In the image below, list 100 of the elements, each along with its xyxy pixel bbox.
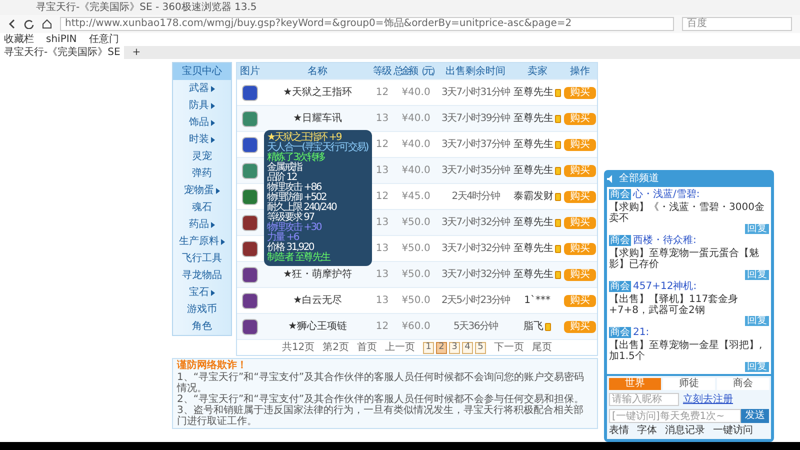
address-field[interactable]: http://www.xunbao178.com/wmgj/buy.gsp?keyWord=&group0=饰品&orderBy=unitprice-asc&page=2 xyxy=(60,17,674,31)
chat-tool-button[interactable]: 字体 xyxy=(637,425,657,437)
page-number-button[interactable]: 1 xyxy=(423,342,434,354)
register-link[interactable]: 立刻去注册 xyxy=(683,392,733,407)
table-cell-text: ¥40.0 xyxy=(400,86,432,100)
send-button[interactable]: 发送 xyxy=(741,409,769,423)
chat-tool-button[interactable]: 一键访问 xyxy=(713,425,753,437)
sidebar-item[interactable]: 游戏币 xyxy=(173,301,231,318)
sidebar-item[interactable]: 药品 xyxy=(173,216,231,233)
sidebar-item[interactable]: 宠物蛋 xyxy=(173,182,231,199)
tooltip-line: 耐久上限 240/240 xyxy=(267,203,338,213)
message-tag: 商会 xyxy=(609,281,631,292)
item-thumbnail[interactable] xyxy=(242,84,258,100)
back-icon[interactable] xyxy=(8,19,16,29)
chat-tool-button[interactable]: 消息记录 xyxy=(665,425,705,437)
sidebar-item[interactable]: 宝贝中心 xyxy=(173,63,231,80)
sidebar-item[interactable]: 弹药 xyxy=(173,165,231,182)
item-name[interactable]: ★白云无尽 xyxy=(293,295,342,306)
message-sender[interactable]: 21: xyxy=(633,327,650,338)
previous-page-link[interactable]: 上一页 xyxy=(385,340,416,355)
seller-name: 1`*** xyxy=(524,294,551,308)
item-thumbnail[interactable] xyxy=(242,292,258,308)
tooltip-line: 精炼了3次转移 xyxy=(267,153,326,163)
bookmark-link[interactable]: 任意门 xyxy=(88,34,119,44)
bookmark-link[interactable]: 收藏栏 xyxy=(4,34,34,44)
browser-tab[interactable]: 寻宝天行-《完美国际》SE xyxy=(0,46,124,59)
table-cell-text: 5天36分钟 xyxy=(452,320,499,334)
sidebar-item[interactable]: 寻龙物品 xyxy=(173,267,231,284)
item-name[interactable]: ★狂・萌摩护符 xyxy=(283,269,352,280)
item-thumbnail[interactable] xyxy=(242,136,258,152)
message-field[interactable]: [一键访问]每天免费1次~ xyxy=(609,409,741,423)
table-cell-text: 13 xyxy=(374,268,390,282)
refresh-icon[interactable] xyxy=(24,19,34,29)
sidebar-item[interactable]: 防具 xyxy=(173,97,231,114)
new-tab-button[interactable]: + xyxy=(132,46,141,59)
nickname-field[interactable]: 请输入昵称 xyxy=(609,393,679,406)
column-header: 图片 xyxy=(238,64,261,78)
sidebar-item[interactable]: 宝石 xyxy=(173,284,231,301)
table-cell-text: 3天7小时32分钟 xyxy=(440,216,511,230)
tooltip-line: 品阶 12 xyxy=(267,173,297,183)
sidebar-item[interactable]: 时装 xyxy=(173,131,231,148)
table-cell-text: 2天5小时23分钟 xyxy=(440,294,511,308)
item-thumbnail[interactable] xyxy=(242,110,258,126)
tooltip-line: 等级要求 97 xyxy=(267,213,314,223)
chat-tab[interactable]: 师徒 xyxy=(663,378,715,390)
table-cell-text: 3天7小时32分钟 xyxy=(440,268,511,282)
item-thumbnail[interactable] xyxy=(242,188,258,204)
message-text: 【求购】至尊宠物一蛋元蛋合【魅影】已存价 xyxy=(609,248,760,270)
notice-text: 3、盗号和销赃属于违反国家法律的行为，一旦有类似情况发生，寻宝天行将积极配合相关部门进行取证工作。 xyxy=(177,405,584,427)
page-number-button[interactable]: 3 xyxy=(449,342,460,354)
home-icon[interactable] xyxy=(42,19,52,29)
table-cell-text: 13 xyxy=(374,294,390,308)
seller-name: 泰霸发财 xyxy=(513,190,554,204)
page-total: 共12页 xyxy=(282,340,315,355)
first-page-link[interactable]: 首页 xyxy=(357,340,378,355)
message-sender[interactable]: 西楼・待众稚: xyxy=(633,235,696,246)
item-thumbnail[interactable] xyxy=(242,240,258,256)
table-cell-text: 12 xyxy=(374,138,390,152)
item-thumbnail[interactable] xyxy=(242,162,258,178)
search-field[interactable]: 百度 xyxy=(682,17,792,31)
item-name[interactable]: ★狮心王项链 xyxy=(288,321,348,332)
chat-tool-button[interactable]: 表情 xyxy=(609,425,629,437)
item-thumbnail[interactable] xyxy=(242,318,258,334)
message-sender[interactable]: 457+12神机: xyxy=(633,281,697,292)
seller-name: 至尊先生 xyxy=(513,216,554,230)
table-cell-text: 13 xyxy=(374,112,390,126)
item-name[interactable]: ★日耀车讯 xyxy=(293,113,342,124)
sidebar-item[interactable]: 灵宠 xyxy=(173,148,231,165)
sidebar-item[interactable]: 生产原料 xyxy=(173,233,231,250)
sidebar-item[interactable]: 魂石 xyxy=(173,199,231,216)
sidebar-item[interactable]: 角色 xyxy=(173,318,231,335)
table-cell-text: ¥40.0 xyxy=(400,112,432,126)
item-thumbnail[interactable] xyxy=(242,214,258,230)
table-cell-text: ¥40.0 xyxy=(400,164,432,178)
chat-title: 全部频道 xyxy=(619,174,659,184)
page-current: 第2页 xyxy=(322,341,350,355)
table-cell-text: 12 xyxy=(374,190,390,204)
next-page-link[interactable]: 下一页 xyxy=(494,340,524,355)
table-cell-text: 3天7小时31分钟 xyxy=(440,86,511,100)
column-header: 出售剩余时间 xyxy=(444,64,507,78)
message-text: 【出售】【驿机】117套金身+7+8，武器可金2钢 xyxy=(609,294,740,316)
sidebar-item[interactable]: 饰品 xyxy=(173,114,231,131)
tooltip-line: 力量 +6 xyxy=(267,233,299,243)
bookmark-link[interactable]: shiPIN xyxy=(46,34,77,44)
sidebar-item[interactable]: 飞行工具 xyxy=(173,250,231,267)
page-number-button[interactable]: 5 xyxy=(475,342,486,354)
tooltip-line: ★天狱之王指环 +9 xyxy=(267,133,342,143)
item-name[interactable]: ★天狱之王指环 xyxy=(283,87,352,98)
seller-name: 至尊先生 xyxy=(513,112,554,126)
page-number-button[interactable]: 2 xyxy=(436,342,448,354)
notice-text: 1、“寻宝天行”和“寻宝支付”及其合作伙伴的客服人员任何时候都不会询问您的账户交易密码情况。 xyxy=(177,372,586,394)
chat-tab[interactable]: 商会 xyxy=(717,378,769,390)
message-text: 【求购】《・浅蓝・雪碧・3000金卖不 xyxy=(609,202,766,224)
sidebar-item[interactable]: 武器 xyxy=(173,80,231,97)
message-sender[interactable]: 心・浅蓝/雪碧: xyxy=(633,189,700,200)
column-header: 卖家 xyxy=(526,64,548,78)
item-thumbnail[interactable] xyxy=(242,266,258,282)
window-title: 寻宝天行-《完美国际》SE - 360极速浏览器 13.5 xyxy=(36,1,257,14)
last-page-link[interactable]: 尾页 xyxy=(532,340,552,355)
page-number-button[interactable]: 4 xyxy=(462,342,474,354)
